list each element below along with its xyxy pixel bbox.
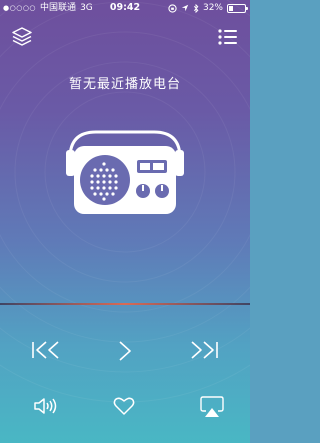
progress-line[interactable] bbox=[0, 303, 250, 305]
battery-icon bbox=[227, 3, 248, 13]
status-bar: ●○○○○ 中国联通 3G 09:42 32% bbox=[0, 0, 250, 16]
airplay-icon[interactable] bbox=[200, 396, 224, 418]
battery-percent: 32% bbox=[202, 3, 223, 13]
next-icon[interactable] bbox=[188, 340, 220, 360]
list-menu-icon[interactable] bbox=[217, 26, 239, 48]
background-gradient bbox=[0, 0, 250, 443]
previous-icon[interactable] bbox=[30, 340, 62, 360]
volume-icon[interactable] bbox=[33, 396, 59, 416]
bluetooth-icon bbox=[193, 3, 199, 13]
rotation-lock-icon bbox=[168, 3, 177, 13]
radio-icon bbox=[66, 130, 184, 214]
play-icon[interactable] bbox=[116, 340, 134, 362]
location-icon bbox=[181, 4, 189, 12]
layers-icon[interactable] bbox=[11, 26, 33, 48]
empty-state-text: 暂无最近播放电台 bbox=[68, 77, 181, 92]
heart-icon[interactable] bbox=[113, 396, 135, 416]
